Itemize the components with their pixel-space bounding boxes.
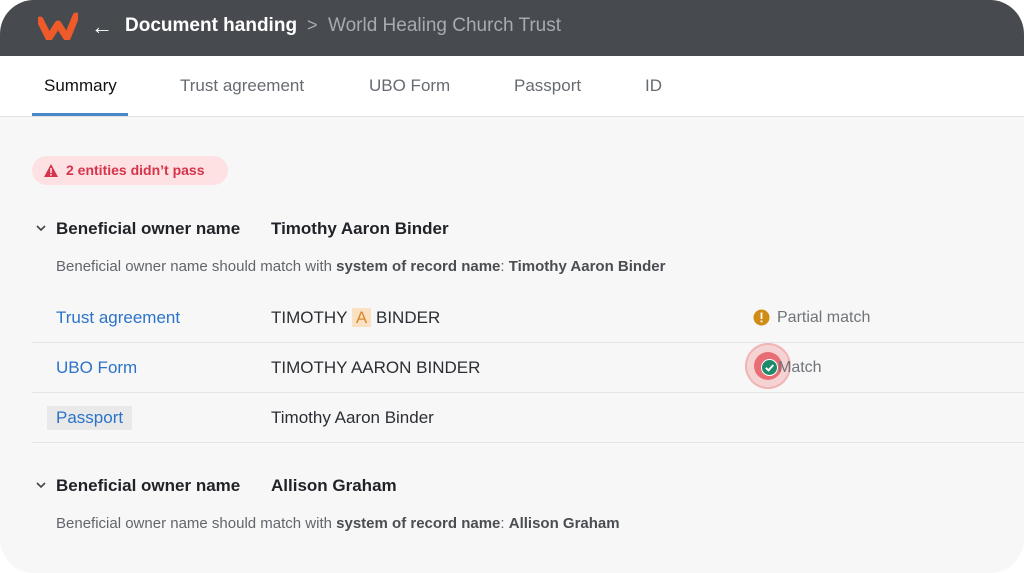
chevron-down-icon[interactable] bbox=[35, 222, 47, 234]
tab-ubo-form[interactable]: UBO Form bbox=[369, 76, 450, 96]
tab-id[interactable]: ID bbox=[645, 76, 662, 96]
tab-summary[interactable]: Summary bbox=[44, 76, 117, 96]
doc-link-passport[interactable]: Passport bbox=[47, 406, 133, 430]
section-value: Allison Graham bbox=[271, 476, 397, 495]
exclamation-circle-icon bbox=[753, 309, 770, 326]
section-label: Beneficial owner name bbox=[56, 219, 241, 238]
row-divider bbox=[32, 442, 1024, 443]
mismatch-highlight: A bbox=[351, 308, 372, 327]
doc-link-ubo-form[interactable]: UBO Form bbox=[56, 358, 137, 378]
extracted-value: TIMOTHY AARON BINDER bbox=[271, 358, 481, 377]
match-rule: Beneficial owner name should match with … bbox=[56, 258, 666, 275]
table-row: UBO Form TIMOTHY AARON BINDER Match bbox=[32, 343, 1024, 393]
doc-link-trust-agreement[interactable]: Trust agreement bbox=[56, 308, 180, 328]
tab-trust-agreement[interactable]: Trust agreement bbox=[180, 76, 304, 96]
alert-text: 2 entities didn’t pass bbox=[66, 162, 205, 178]
warning-icon bbox=[44, 164, 58, 177]
chevron-down-icon[interactable] bbox=[35, 479, 47, 491]
back-arrow-icon[interactable]: ← bbox=[90, 15, 114, 39]
tab-bar: Summary Trust agreement UBO Form Passpor… bbox=[0, 56, 1024, 117]
breadcrumb-current: World Healing Church Trust bbox=[328, 15, 562, 36]
table-row: Trust agreement TIMOTHY A BINDER Partial… bbox=[56, 308, 871, 328]
table-row: Passport Timothy Aaron Binder bbox=[32, 393, 1024, 443]
top-bar: ← Document handing > World Healing Churc… bbox=[0, 0, 1024, 56]
section-label: Beneficial owner name bbox=[56, 476, 241, 495]
extracted-value: TIMOTHY A BINDER bbox=[271, 308, 441, 327]
tab-passport[interactable]: Passport bbox=[514, 76, 581, 96]
app-frame: ← Document handing > World Healing Churc… bbox=[0, 0, 1024, 573]
active-tab-indicator bbox=[32, 113, 128, 116]
section-value: Timothy Aaron Binder bbox=[271, 219, 449, 238]
breadcrumb-separator: > bbox=[307, 15, 318, 35]
breadcrumb-title[interactable]: Document handing bbox=[125, 15, 297, 37]
check-circle-icon[interactable] bbox=[761, 359, 778, 376]
status-badge: 2 entities didn’t pass bbox=[32, 156, 228, 185]
app-logo bbox=[38, 12, 78, 40]
extracted-value: Timothy Aaron Binder bbox=[271, 408, 434, 427]
match-rule: Beneficial owner name should match with … bbox=[56, 515, 620, 532]
